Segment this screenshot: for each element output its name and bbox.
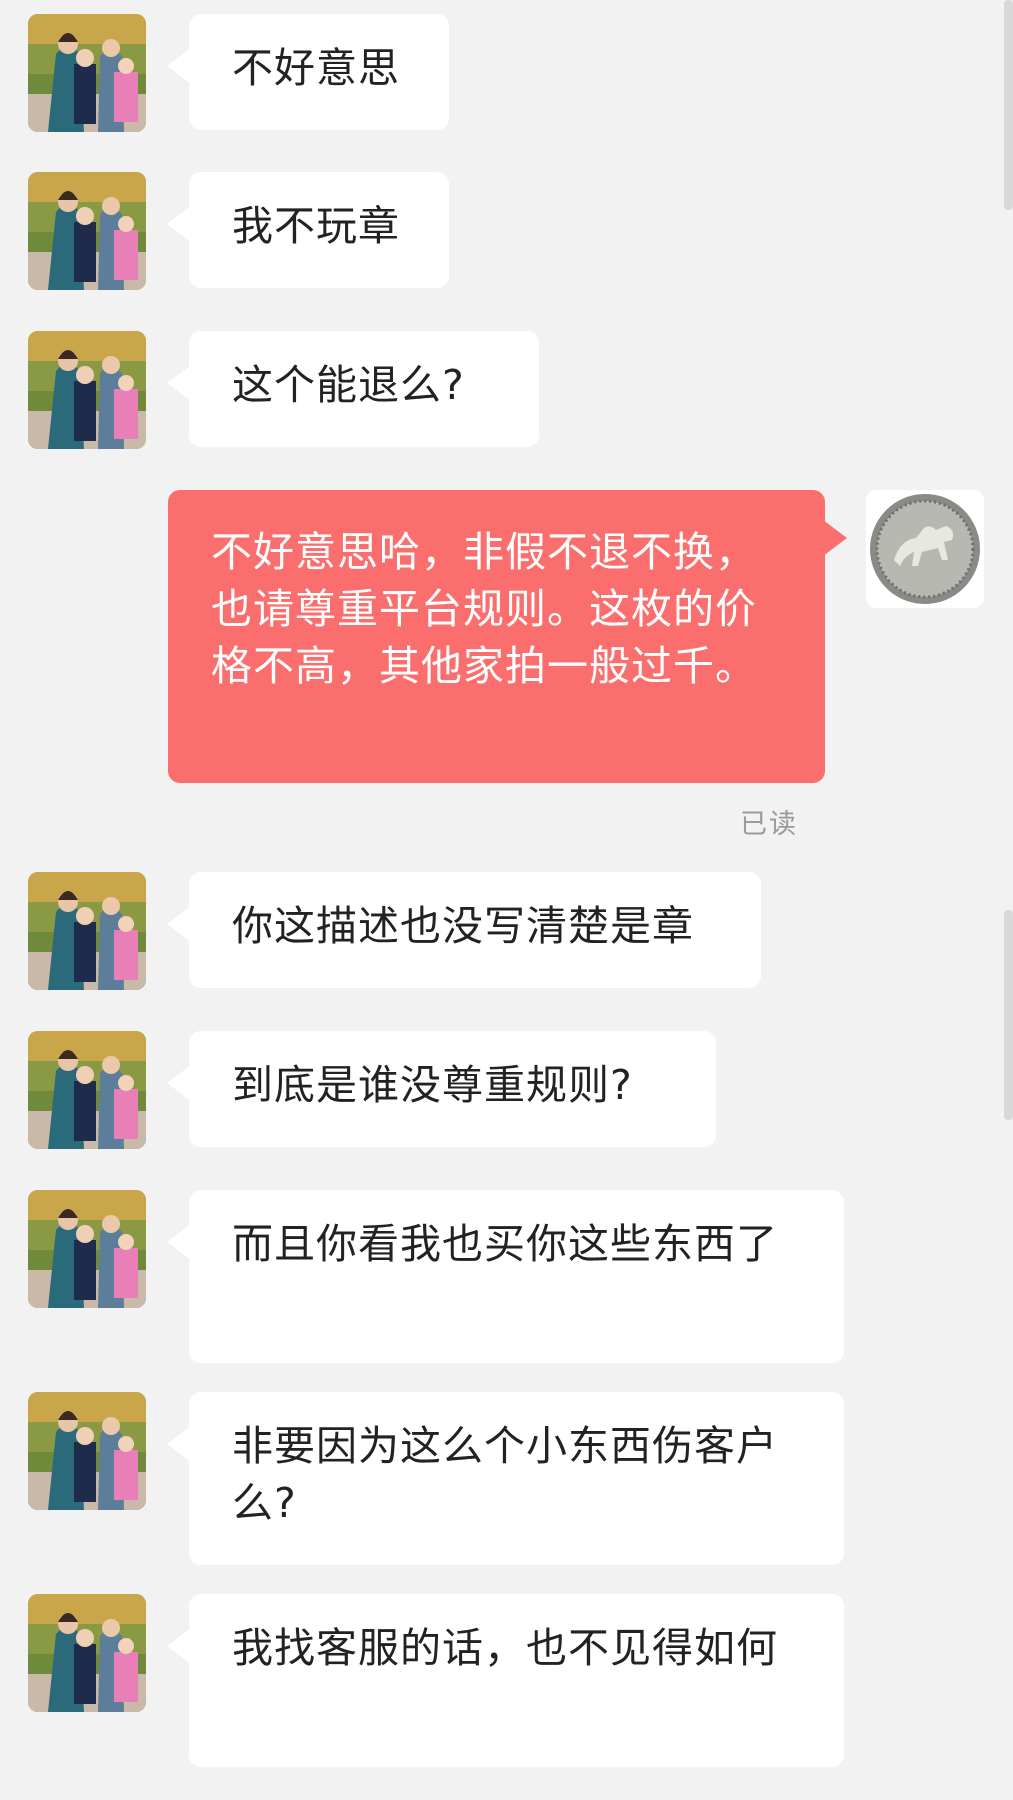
family-photo-icon [28,872,146,990]
contact-avatar[interactable] [28,331,146,449]
family-photo-icon [28,1594,146,1712]
contact-avatar[interactable] [28,1594,146,1712]
contact-avatar[interactable] [28,14,146,132]
contact-avatar[interactable] [28,172,146,290]
silver-horse-coin-icon [866,490,984,608]
contact-avatar[interactable] [28,1392,146,1510]
message-bubble-incoming[interactable]: 我不玩章 [167,172,449,288]
scrollbar-thumb[interactable] [1004,0,1013,210]
contact-avatar[interactable] [28,1190,146,1308]
message-bubble-incoming[interactable]: 你这描述也没写清楚是章 [167,872,761,988]
message-bubble-incoming[interactable]: 不好意思 [167,14,449,130]
family-photo-icon [28,1190,146,1308]
read-status: 已读 [740,809,798,840]
message-bubble-incoming[interactable]: 而且你看我也买你这些东西了 [167,1190,844,1363]
message-bubble-outgoing[interactable]: 不好意思哈，非假不退不换，也请尊重平台规则。这枚的价格不高，其他家拍一般过千。 [168,490,847,783]
scrollbar-thumb[interactable] [1004,910,1013,1120]
message-bubble-incoming[interactable]: 非要因为这么个小东西伤客户么? [167,1392,844,1565]
message-bubble-incoming[interactable]: 到底是谁没尊重规则? [167,1031,716,1147]
family-photo-icon [28,1031,146,1149]
family-photo-icon [28,14,146,132]
message-bubble-incoming[interactable]: 这个能退么? [167,331,539,447]
contact-avatar[interactable] [28,1031,146,1149]
family-photo-icon [28,1392,146,1510]
family-photo-icon [28,172,146,290]
self-avatar[interactable] [866,490,984,608]
family-photo-icon [28,331,146,449]
chat-conversation[interactable]: 不好意思 我不玩章 这个能退么? 不好意思哈，非假不退不换，也请尊重平台规则。这… [0,0,1013,1800]
message-bubble-incoming[interactable]: 我找客服的话，也不见得如何 [167,1594,844,1767]
contact-avatar[interactable] [28,872,146,990]
